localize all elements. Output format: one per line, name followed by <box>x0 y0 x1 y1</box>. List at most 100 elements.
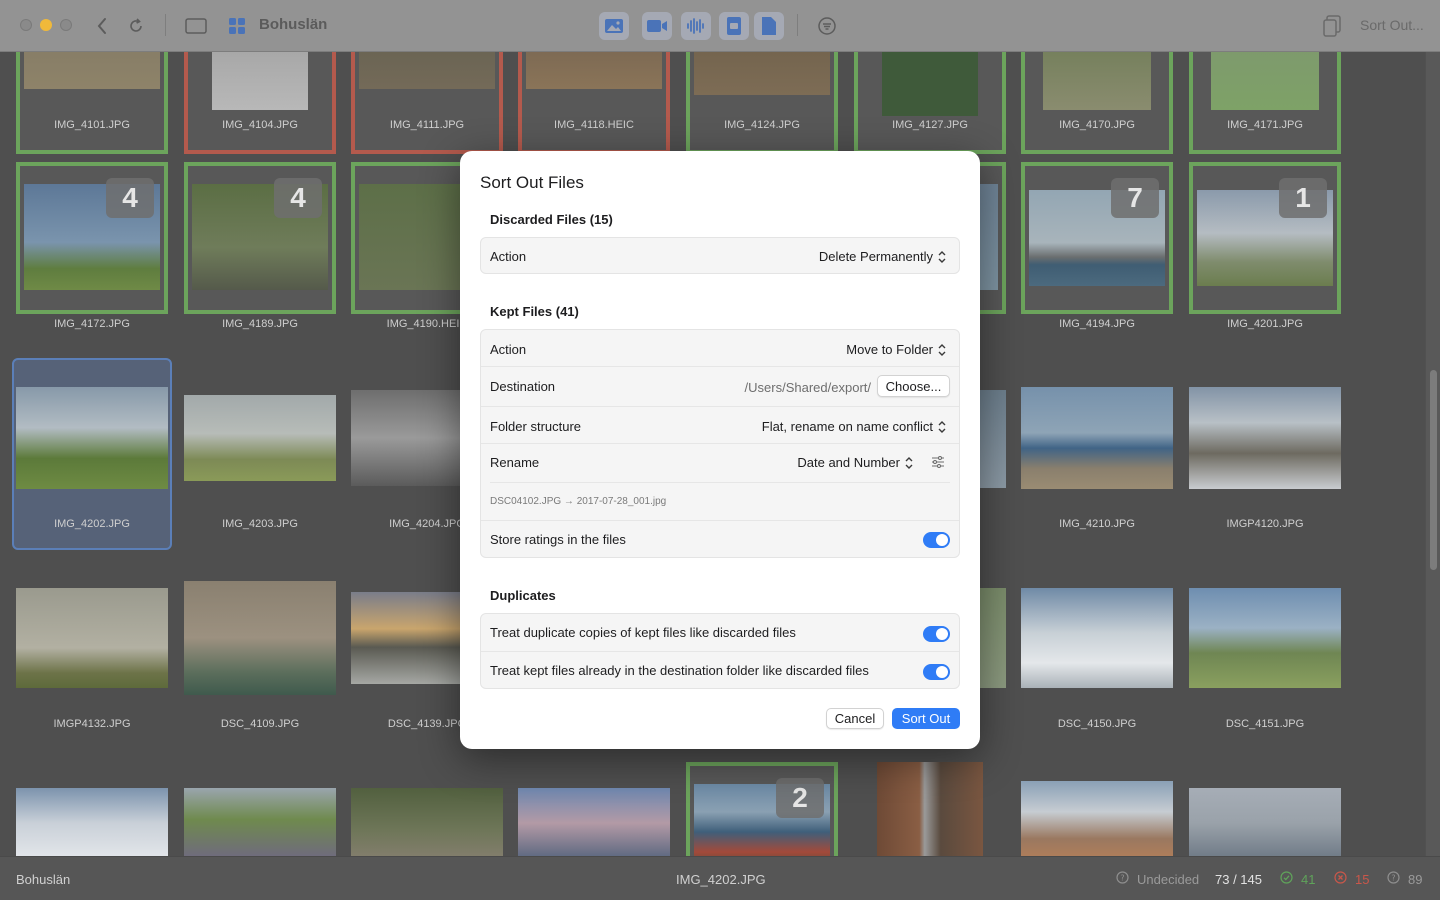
photo-thumbnail[interactable] <box>351 390 460 486</box>
photo-thumbnail[interactable] <box>980 390 1006 488</box>
folder-structure-value: Flat, rename on name conflict <box>761 419 933 434</box>
photo-thumbnail[interactable] <box>1021 588 1173 688</box>
photo-tile[interactable] <box>686 52 838 154</box>
status-kept-count: 41 <box>1301 872 1316 887</box>
filter-documents-button[interactable] <box>754 12 784 40</box>
filename-label: IMG_4194.JPG <box>1059 318 1135 330</box>
filter-images-button[interactable] <box>599 12 629 40</box>
kept-action-row: Action Move to Folder <box>481 330 959 367</box>
filename-label: IMG_4210.JPG <box>1059 518 1135 530</box>
photo-tile[interactable] <box>1189 52 1341 154</box>
svg-text:?: ? <box>1391 874 1395 883</box>
status-position: 73 / 145 <box>1215 872 1262 887</box>
photo-thumbnail[interactable] <box>980 588 1006 688</box>
folder-structure-row: Folder structure Flat, rename on name co… <box>481 407 959 444</box>
rename-settings-icon[interactable] <box>931 456 945 471</box>
sort-out-icon[interactable] <box>1320 14 1344 38</box>
photo-thumbnail[interactable] <box>1021 387 1173 489</box>
filename-label: IMG_4118.HEIC <box>554 119 634 131</box>
rename-popup[interactable]: Date and Number <box>797 455 914 470</box>
photo-tile[interactable] <box>184 52 336 154</box>
photo-thumbnail[interactable] <box>877 762 983 856</box>
folder-structure-label: Folder structure <box>490 419 582 434</box>
photo-thumbnail[interactable] <box>518 788 670 856</box>
filter-audio-button[interactable] <box>681 12 711 40</box>
toolbar: Bohuslän Sort Out... <box>0 0 1440 52</box>
chevron-updown-icon <box>905 456 913 469</box>
photo-thumbnail[interactable] <box>184 581 336 695</box>
window-title: Bohuslän <box>259 16 328 33</box>
sort-out-confirm-button[interactable]: Sort Out <box>892 708 960 729</box>
back-icon[interactable] <box>92 14 112 38</box>
filename-label: IMG_4101.JPG <box>54 119 130 131</box>
grid-scrollbar[interactable] <box>1425 52 1440 856</box>
filter-menu-icon[interactable] <box>816 14 838 38</box>
folder-structure-popup[interactable]: Flat, rename on name conflict <box>762 419 947 434</box>
treat-copies-toggle[interactable] <box>923 626 950 642</box>
choose-folder-button[interactable]: Choose... <box>877 375 950 397</box>
document-icon <box>762 17 776 35</box>
photo-thumbnail[interactable] <box>16 588 168 688</box>
rating-badge: 7 <box>1111 178 1159 218</box>
filename-label: DSC_4151.JPG <box>1225 718 1305 730</box>
photo-tile[interactable] <box>518 52 670 154</box>
duplicates-section-title: Duplicates <box>490 588 556 603</box>
filename-label: IMG_4127.JPG <box>892 119 968 131</box>
photo-thumbnail[interactable] <box>1189 788 1341 856</box>
photo-thumbnail[interactable] <box>184 788 336 856</box>
rating-badge: 4 <box>274 178 322 218</box>
photo-tile[interactable]: 4 <box>184 162 336 314</box>
store-ratings-toggle[interactable] <box>923 532 950 548</box>
window-minimize-button[interactable] <box>40 19 52 31</box>
photo-tile[interactable] <box>351 52 503 154</box>
filename-label: IMG_4203.JPG <box>222 518 298 530</box>
photo-thumbnail[interactable] <box>351 592 460 684</box>
image-icon <box>605 19 623 33</box>
kept-action-label: Action <box>490 342 527 357</box>
discarded-icon <box>1334 871 1347 887</box>
treat-existing-label: Treat kept files already in the destinat… <box>490 663 869 678</box>
status-current-file: IMG_4202.JPG <box>676 872 766 887</box>
photo-tile[interactable] <box>1021 52 1173 154</box>
destination-label: Destination <box>490 379 556 394</box>
photo-tile[interactable]: 4 <box>16 162 168 314</box>
store-ratings-row: Store ratings in the files <box>481 521 959 557</box>
sort-out-button[interactable]: Sort Out... <box>1360 17 1424 33</box>
photo-thumbnail[interactable] <box>351 788 503 856</box>
cancel-button[interactable]: Cancel <box>826 708 884 729</box>
photo-thumbnail[interactable] <box>1189 387 1341 489</box>
status-folder-name: Bohuslän <box>16 872 71 887</box>
filename-label: IMG_4104.JPG <box>222 119 298 131</box>
filter-videos-button[interactable] <box>642 12 672 40</box>
status-undecided-count: 89 <box>1408 872 1423 887</box>
refresh-icon[interactable] <box>125 14 147 38</box>
treat-existing-toggle[interactable] <box>923 664 950 680</box>
discarded-action-popup[interactable]: Delete Permanently <box>819 249 947 264</box>
grid-view-icon[interactable] <box>225 14 249 38</box>
photo-thumbnail[interactable] <box>16 387 168 489</box>
photo-tile[interactable]: 7 <box>1021 162 1173 314</box>
discarded-action-row: Action Delete Permanently <box>481 238 959 273</box>
photo-tile[interactable]: 1 <box>1189 162 1341 314</box>
chevron-updown-icon <box>938 250 946 263</box>
window-zoom-button[interactable] <box>60 19 72 31</box>
dialog-title: Sort Out Files <box>480 173 584 192</box>
photo-tile[interactable] <box>16 52 168 154</box>
photo-thumbnail[interactable] <box>16 788 168 856</box>
photo-thumbnail[interactable] <box>1021 781 1173 856</box>
sidebar-toggle-icon[interactable] <box>184 14 208 38</box>
photo-tile[interactable]: 2 <box>686 762 838 856</box>
kept-action-popup[interactable]: Move to Folder <box>846 342 947 357</box>
kept-section-title: Kept Files (41) <box>490 304 579 319</box>
filter-raw-button[interactable] <box>719 12 749 40</box>
audio-icon <box>687 18 704 34</box>
photo-thumbnail[interactable] <box>1189 588 1341 688</box>
photo-tile[interactable] <box>854 52 1006 154</box>
photo-thumbnail[interactable] <box>184 395 336 481</box>
rating-badge: 2 <box>776 778 824 818</box>
filename-label: IMGP4120.JPG <box>1226 518 1304 530</box>
scrollbar-thumb[interactable] <box>1430 370 1437 570</box>
status-bar: Bohuslän IMG_4202.JPG ? Undecided 73 / 1… <box>0 856 1440 900</box>
photo-tile[interactable] <box>980 162 1006 314</box>
window-close-button[interactable] <box>20 19 32 31</box>
